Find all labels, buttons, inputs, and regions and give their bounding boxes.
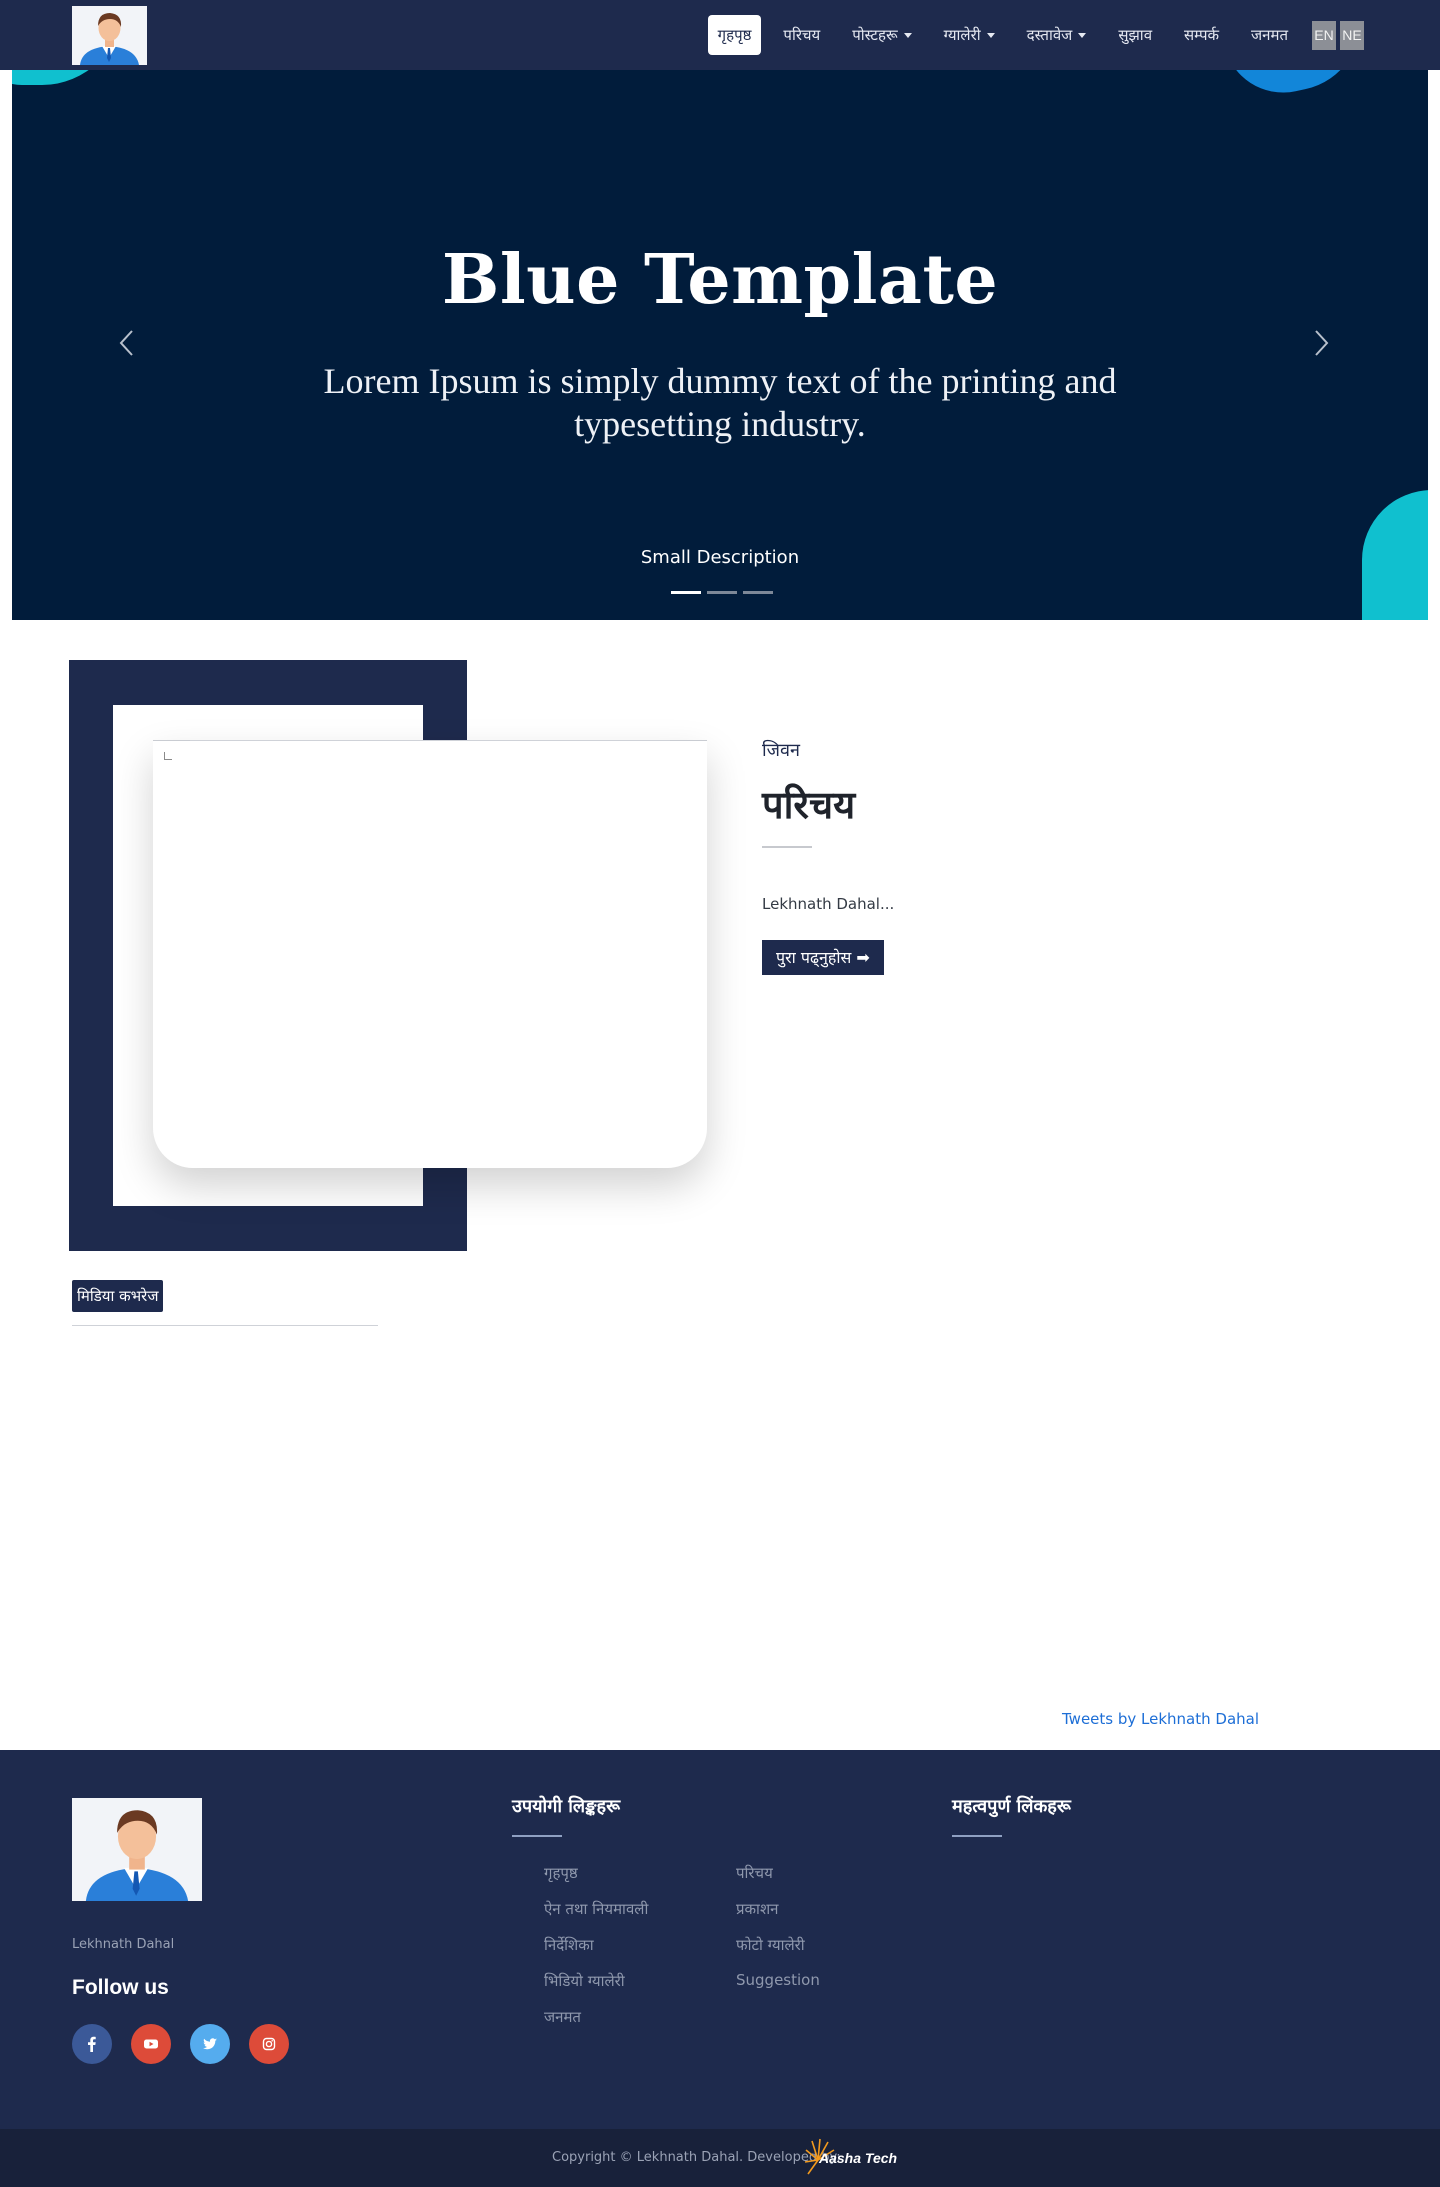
footer-link[interactable]: जनमत	[544, 2007, 581, 2027]
caret-down-icon	[1078, 33, 1087, 38]
copyright-text: Copyright © Lekhnath Dahal. Developed by…	[552, 2150, 841, 2165]
site-logo[interactable]	[72, 6, 147, 65]
avatar-icon	[72, 6, 147, 65]
footer-name: Lekhnath Dahal	[72, 1937, 175, 1952]
about-title: परिचय	[762, 783, 856, 827]
footer-logo[interactable]	[72, 1798, 202, 1901]
nav-item-label: पोस्टहरू	[852, 26, 898, 44]
footer-link[interactable]: फोटो ग्यालेरी	[736, 1935, 805, 1955]
media-coverage-tab[interactable]: मिडिया कभरेज	[72, 1280, 164, 1312]
nav-item-label: गृहपृष्ठ	[717, 26, 752, 44]
facebook-icon	[88, 2036, 96, 2052]
language-en-button[interactable]: EN	[1312, 20, 1336, 50]
divider	[952, 1835, 1002, 1837]
decorative-blob	[12, 70, 122, 85]
nav-item-4[interactable]: दस्तावेज	[1017, 15, 1097, 55]
nav-item-label: दस्तावेज	[1026, 26, 1073, 44]
footer-link[interactable]: ऐन तथा नियमावली	[544, 1899, 648, 1919]
footer-link[interactable]: प्रकाशन	[736, 1899, 778, 1919]
divider	[762, 846, 812, 848]
about-text: Lekhnath Dahal...	[762, 895, 895, 913]
chevron-left-icon	[119, 330, 133, 356]
nav-item-label: ग्यालेरी	[943, 26, 981, 44]
carousel-indicator[interactable]	[671, 591, 701, 594]
nav-menu: गृहपृष्ठ परिचय पोस्टहरू ग्यालेरी दस्तावेज सुझ…	[707, 15, 1364, 55]
nav-item-6[interactable]: सम्पर्क	[1174, 15, 1229, 55]
nav-item-7[interactable]: जनमत	[1241, 15, 1298, 55]
nav-item-1[interactable]: परिचय	[773, 15, 830, 55]
about-eyebrow: जिवन	[762, 740, 801, 761]
read-more-button[interactable]: पुरा पढ्नुहोस ➡	[762, 940, 884, 975]
divider	[512, 1835, 562, 1837]
chevron-right-icon	[1315, 330, 1329, 356]
nav-item-0[interactable]: गृहपृष्ठ	[707, 15, 762, 55]
carousel-prev-button[interactable]	[112, 328, 142, 358]
twitter-button[interactable]	[190, 2024, 230, 2064]
important-links-heading: महत्वपुर्ण लिंकहरू	[952, 1796, 1071, 1817]
profile-photo	[153, 740, 707, 1168]
twitter-icon	[203, 2038, 217, 2050]
nav-item-2[interactable]: पोस्टहरू	[842, 15, 921, 55]
instagram-button[interactable]	[249, 2024, 289, 2064]
nav-item-label: सुझाव	[1118, 26, 1153, 44]
nav-item-3[interactable]: ग्यालेरी	[934, 15, 1005, 55]
footer-link[interactable]: परिचय	[736, 1863, 773, 1883]
carousel-indicator[interactable]	[743, 591, 773, 594]
facebook-button[interactable]	[72, 2024, 112, 2064]
nav-item-label: परिचय	[783, 26, 821, 44]
follow-heading: Follow us	[72, 1976, 169, 1999]
carousel-indicators	[668, 591, 776, 594]
nav-item-label: जनमत	[1251, 26, 1288, 44]
youtube-button[interactable]	[131, 2024, 171, 2064]
footer-link[interactable]: भिडियो ग्यालेरी	[544, 1971, 625, 1991]
developer-logo[interactable]: Aasha Tech	[804, 2138, 897, 2178]
hero-subtitle: Lorem Ipsum is simply dummy text of the …	[323, 361, 1117, 444]
copyright-bar: Copyright © Lekhnath Dahal. Developed by…	[0, 2129, 1440, 2187]
carousel-next-button[interactable]	[1306, 328, 1336, 358]
page: गृहपृष्ठ परिचय पोस्टहरू ग्यालेरी दस्तावेज सुझ…	[0, 0, 1440, 2187]
developer-name: Aasha Tech	[819, 2150, 898, 2166]
instagram-icon	[262, 2037, 276, 2051]
broken-image-icon	[164, 752, 172, 760]
decorative-blob	[1220, 70, 1374, 104]
language-ne-button[interactable]: NE	[1340, 20, 1364, 50]
youtube-icon	[144, 2039, 158, 2049]
divider	[72, 1325, 378, 1326]
avatar-icon	[72, 1798, 202, 1901]
caret-down-icon	[986, 33, 995, 38]
carousel-indicator[interactable]	[707, 591, 737, 594]
photo-border	[190, 740, 670, 741]
nav-item-5[interactable]: सुझाव	[1108, 15, 1162, 55]
caret-down-icon	[903, 33, 912, 38]
hero-title: Blue Template	[441, 240, 999, 320]
footer-link[interactable]: निर्देशिका	[544, 1935, 594, 1955]
navbar: गृहपृष्ठ परिचय पोस्टहरू ग्यालेरी दस्तावेज सुझ…	[0, 0, 1440, 70]
tweets-link[interactable]: Tweets by Lekhnath Dahal	[1062, 1710, 1259, 1728]
footer: Lekhnath Dahal Follow us उपयोगी लिङ्कहरू…	[0, 1750, 1440, 2129]
hero-carousel: Blue Template Lorem Ipsum is simply dumm…	[12, 70, 1428, 620]
hero-description: Small Description	[640, 547, 800, 568]
useful-links-heading: उपयोगी लिङ्कहरू	[512, 1796, 621, 1817]
footer-link[interactable]: गृहपृष्ठ	[544, 1863, 578, 1883]
nav-item-label: सम्पर्क	[1184, 26, 1220, 44]
footer-link[interactable]: Suggestion	[736, 1971, 820, 1989]
social-links	[72, 2024, 308, 2064]
